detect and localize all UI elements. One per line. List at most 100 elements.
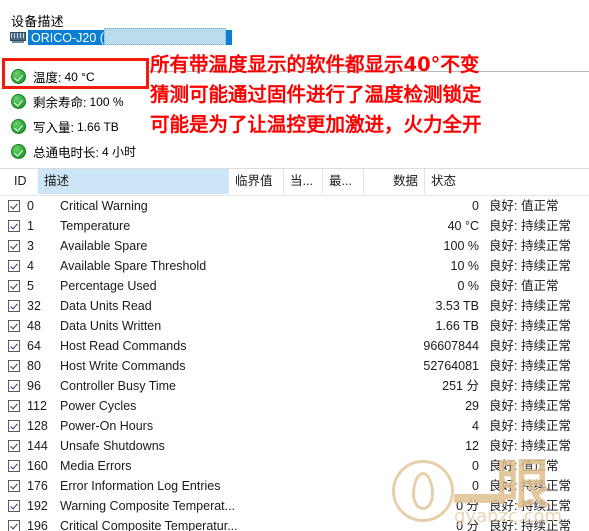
- table-cell-threshold: [284, 496, 322, 516]
- row-checkbox[interactable]: [8, 496, 24, 516]
- column-header-threshold[interactable]: 临界值: [228, 169, 283, 194]
- row-checkbox[interactable]: [8, 276, 24, 296]
- table-cell-current: [324, 196, 362, 216]
- column-header-id[interactable]: ID: [8, 169, 38, 194]
- annotation-line-1: 所有带温度显示的软件都显示40°不变: [150, 53, 480, 76]
- table-cell-description: Error Information Log Entries: [60, 479, 221, 493]
- row-checkbox[interactable]: [8, 456, 24, 476]
- table-row[interactable]: 1 Temperature 40 °C 良好: 持续正常: [0, 216, 589, 236]
- table-row[interactable]: 4 Available Spare Threshold 10 % 良好: 持续正常: [0, 256, 589, 276]
- green-check-icon: [11, 144, 26, 159]
- table-cell-id: 196: [27, 519, 48, 531]
- table-cell-id: 48: [27, 319, 41, 333]
- annotation-line-2: 猜测可能通过固件进行了温度检测锁定: [150, 83, 482, 106]
- checkmark-icon: [8, 520, 20, 531]
- table-row[interactable]: 64 Host Read Commands 96607844 良好: 持续正常: [0, 336, 589, 356]
- table-cell-current: [324, 316, 362, 336]
- row-checkbox[interactable]: [8, 356, 24, 376]
- row-checkbox[interactable]: [8, 416, 24, 436]
- row-checkbox[interactable]: [8, 296, 24, 316]
- table-row[interactable]: 32 Data Units Read 3.53 TB 良好: 持续正常: [0, 296, 589, 316]
- stat-value: 100 %: [89, 94, 124, 109]
- row-checkbox[interactable]: [8, 396, 24, 416]
- row-checkbox[interactable]: [8, 336, 24, 356]
- health-stats-list: 温度: 40 °C 剩余寿命: 100 % 写入量: 1.66 TB 总通电时长…: [11, 64, 136, 164]
- table-body: 0 Critical Warning 0 良好: 值正常 1 Temperature 4 0 …: [0, 196, 589, 531]
- table-cell-status: 良好: 持续正常: [489, 259, 571, 273]
- row-checkbox[interactable]: [8, 476, 24, 496]
- stat-total-written: 写入量: 1.66 TB: [11, 114, 136, 139]
- checkmark-icon: [8, 200, 20, 212]
- table-cell-status: 良好: 持续正常: [489, 359, 571, 373]
- table-row[interactable]: 96 Controller Busy Time 251 分良好: 持续正常: [0, 376, 589, 396]
- green-check-icon: [11, 69, 26, 84]
- table-cell-data: 1.66 TB: [435, 319, 479, 333]
- table-cell-description: Available Spare: [60, 239, 148, 253]
- row-checkbox[interactable]: [8, 236, 24, 256]
- table-cell-current: [324, 216, 362, 236]
- row-checkbox[interactable]: [8, 196, 24, 216]
- table-row[interactable]: 196 Critical Composite Temperatur... 0 分良好…: [0, 516, 589, 531]
- table-cell-status: 良好: 持续正常: [489, 519, 571, 531]
- device-name-selection-tail: [225, 30, 232, 45]
- device-selector-row[interactable]: ORICO-J20 (: [10, 28, 232, 46]
- table-row[interactable]: 48 Data Units Written 1.66 TB 良好: 持续正常: [0, 316, 589, 336]
- table-cell-threshold: [284, 476, 322, 496]
- table-cell-status: 良好: 持续正常: [489, 479, 571, 493]
- table-cell-data: 100 %: [443, 239, 479, 253]
- table-row[interactable]: 80 Host Write Commands 52764081 良好: 持续正常: [0, 356, 589, 376]
- column-header-data[interactable]: 数据: [363, 169, 424, 194]
- table-cell-status: 良好: 持续正常: [489, 419, 571, 433]
- table-cell-threshold: [284, 256, 322, 276]
- table-cell-current: [324, 456, 362, 476]
- row-checkbox[interactable]: [8, 216, 24, 236]
- table-cell-description: Temperature: [60, 219, 131, 233]
- table-cell-threshold: [284, 516, 322, 531]
- table-row[interactable]: 160 Media Errors 0 良好: 值正常: [0, 456, 589, 476]
- table-cell-threshold: [284, 376, 322, 396]
- table-row[interactable]: 112 Power Cycles 29 良好: 持续正常: [0, 396, 589, 416]
- table-cell-threshold: [284, 416, 322, 436]
- table-cell-current: [324, 276, 362, 296]
- table-cell-threshold: [284, 396, 322, 416]
- stat-power-on-time: 总通电时长: 4 小时: [11, 139, 136, 164]
- table-cell-description: Warning Composite Temperat...: [60, 499, 236, 513]
- row-checkbox[interactable]: [8, 256, 24, 276]
- table-cell-threshold: [284, 236, 322, 256]
- table-cell-id: 1: [27, 219, 34, 233]
- device-name-label: ORICO-J20 (: [28, 30, 104, 45]
- table-cell-data: 0 分: [456, 499, 479, 513]
- table-row[interactable]: 144 Unsafe Shutdowns 12 良好: 持续正常: [0, 436, 589, 456]
- table-cell-current: [324, 516, 362, 531]
- row-checkbox[interactable]: [8, 376, 24, 396]
- table-cell-data: 96607844: [423, 339, 479, 353]
- table-row[interactable]: 176 Error Information Log Entries 0 良好: 持续正…: [0, 476, 589, 496]
- table-row[interactable]: 192 Warning Composite Temperat... 0 分良好: 持…: [0, 496, 589, 516]
- column-header-label: 状态: [431, 174, 457, 188]
- table-cell-description: Unsafe Shutdowns: [60, 439, 165, 453]
- stat-remaining-life: 剩余寿命: 100 %: [11, 89, 136, 114]
- row-checkbox[interactable]: [8, 516, 24, 531]
- table-cell-description: Critical Composite Temperatur...: [60, 519, 238, 531]
- table-cell-threshold: [284, 316, 322, 336]
- table-cell-current: [324, 256, 362, 276]
- checkmark-icon: [8, 420, 20, 432]
- column-header-current[interactable]: 当...: [283, 169, 322, 194]
- column-header-label: ID: [14, 174, 27, 188]
- stat-label: 总通电时长:: [33, 146, 99, 160]
- table-cell-threshold: [284, 456, 322, 476]
- table-cell-description: Media Errors: [60, 459, 132, 473]
- table-cell-data: 10 %: [450, 259, 480, 273]
- table-row[interactable]: 128 Power-On Hours 4 良好: 持续正常: [0, 416, 589, 436]
- table-cell-data: 0: [472, 479, 479, 493]
- table-cell-description: Controller Busy Time: [60, 379, 177, 393]
- column-header-worst[interactable]: 最...: [322, 169, 363, 194]
- row-checkbox[interactable]: [8, 436, 24, 456]
- row-checkbox[interactable]: [8, 316, 24, 336]
- table-cell-id: 4: [27, 259, 34, 273]
- column-header-status[interactable]: 状态: [424, 169, 589, 194]
- table-row[interactable]: 0 Critical Warning 0 良好: 值正常: [0, 196, 589, 216]
- table-row[interactable]: 5 Percentage Used 0 % 良好: 值正常: [0, 276, 589, 296]
- column-header-description[interactable]: 描述: [38, 169, 228, 194]
- table-row[interactable]: 3 Available Spare 100 % 良好: 持续正常: [0, 236, 589, 256]
